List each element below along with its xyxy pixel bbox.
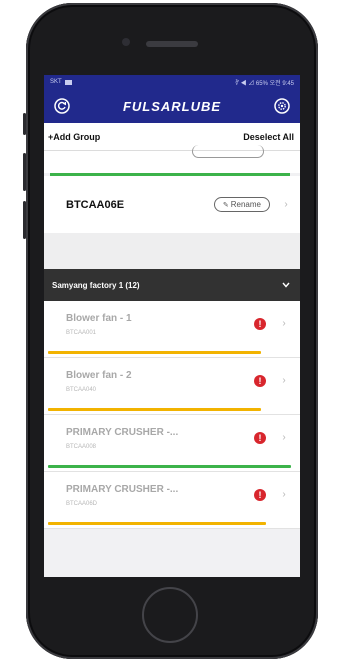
machine-name: PRIMARY CRUSHER -... [66,484,179,495]
machine-name: Blower fan - 2 [66,370,132,381]
rename-label: Rename [230,200,261,209]
phone-volume-up [23,153,26,191]
phone-side-button [23,113,26,135]
pencil-icon: ✎ [222,201,229,209]
group-section-header[interactable]: Samyang factory 1 (12) [44,269,300,301]
alert-icon: ! [254,432,266,444]
machine-code: BTCAA008 [66,444,97,450]
gallery-icon [64,79,72,85]
machine-name: Blower fan - 1 [66,313,132,324]
settings-icon[interactable] [274,98,290,114]
chevron-down-icon [282,282,290,288]
machine-row[interactable]: Blower fan - 2 BTCAA040! › [44,358,300,415]
alert-icon: ! [254,318,266,330]
machine-code: BTCAA001 [66,330,97,336]
lubrication-level-bar [48,465,291,468]
section-title: Samyang factory 1 (12) [52,280,140,290]
carrier-label: SKT [50,79,62,85]
earpiece [146,41,198,47]
machine-code: BTCAA040 [66,387,97,393]
alert-icon: ! [254,489,266,501]
device-row[interactable]: BTCAA06E ✎ Rename › [44,176,300,233]
partial-rename-button [192,145,264,158]
phone-frame: SKT ∛ ◀ ⊿ 65% 오전 9:45 FULSARLUBE +Add Gr… [23,3,318,659]
add-group-button[interactable]: +Add Group [48,132,100,142]
machine-row[interactable]: PRIMARY CRUSHER -... BTCAA06D! › [44,472,300,529]
device-id: BTCAA06E [66,198,125,211]
machine-row[interactable]: PRIMARY CRUSHER -... BTCAA008! › [44,415,300,472]
alert-icon: ! [254,375,266,387]
lubrication-level-bar [48,522,266,525]
lubrication-level-bar [48,351,261,354]
chevron-right-icon: › [284,199,288,210]
home-button [142,587,198,643]
partial-device-row [44,145,300,173]
machine-name: PRIMARY CRUSHER -... [66,427,179,438]
front-camera [122,38,130,46]
lubrication-level-bar [48,408,261,411]
status-indicators: ∛ ◀ ⊿ 65% 오전 9:45 [235,80,294,87]
machine-code: BTCAA06D [66,501,98,507]
deselect-all-button[interactable]: Deselect All [243,132,294,142]
app-bar: FULSARLUBE [44,89,300,123]
refresh-icon[interactable] [54,98,70,114]
section-spacer [44,233,300,269]
app-screen: SKT ∛ ◀ ⊿ 65% 오전 9:45 FULSARLUBE +Add Gr… [44,75,300,577]
machine-list: Blower fan - 1 BTCAA001! › Blower fan - 2 BT… [44,301,300,529]
status-bar: SKT ∛ ◀ ⊿ 65% 오전 9:45 [44,75,300,89]
chevron-right-icon: › [282,375,286,386]
phone-volume-down [23,201,26,239]
chevron-right-icon: › [282,432,286,443]
chevron-right-icon: › [282,489,286,500]
rename-button[interactable]: ✎ Rename [213,197,270,212]
machine-row[interactable]: Blower fan - 1 BTCAA001! › [44,301,300,358]
chevron-right-icon: › [282,318,286,329]
app-logo: FULSARLUBE [122,98,222,114]
